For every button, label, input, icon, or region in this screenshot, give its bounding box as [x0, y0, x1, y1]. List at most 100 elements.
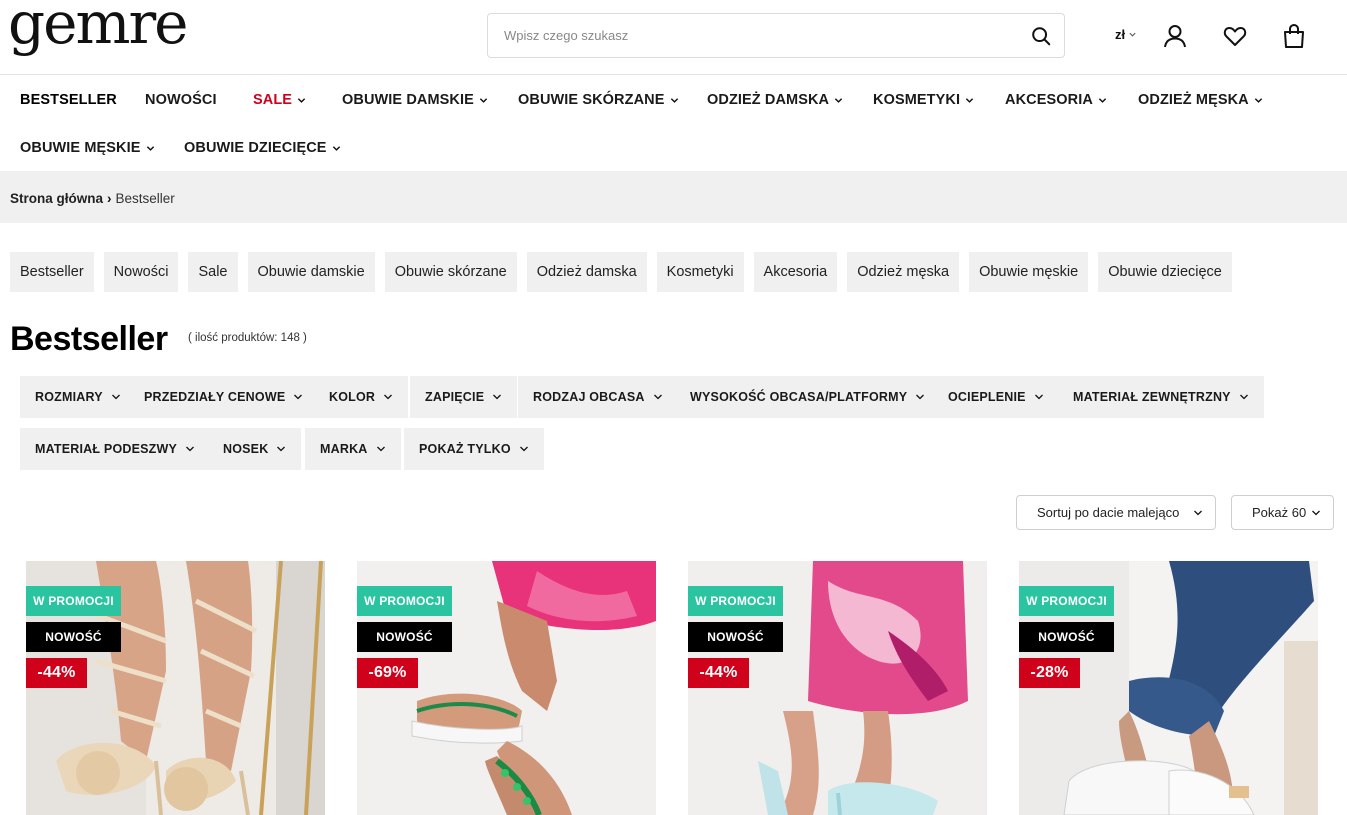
new-badge: NOWOŚĆ — [688, 622, 783, 652]
breadcrumb-current: Bestseller — [115, 191, 175, 206]
nav-item-odziez-meska[interactable]: ODZIEŻ MĘSKA — [1138, 92, 1263, 108]
currency-label: zł — [1115, 27, 1126, 42]
account-button[interactable] — [1161, 22, 1189, 50]
filter-ocieplenie[interactable]: OCIEPLENIE — [933, 376, 1059, 418]
chevron-down-icon — [670, 97, 678, 103]
chevron-down-icon — [294, 394, 303, 400]
chevron-down-icon — [1194, 510, 1202, 515]
filter-nosek[interactable]: NOSEK — [208, 428, 302, 470]
filter-rodzaj-obcasa[interactable]: RODZAJ OBCASA — [518, 376, 678, 418]
wishlist-button[interactable] — [1221, 22, 1249, 50]
category-pill-obuwie-damskie[interactable]: Obuwie damskie — [247, 252, 375, 292]
nav-item-kosmetyki[interactable]: KOSMETYKI — [873, 92, 974, 108]
search-input[interactable] — [488, 14, 1008, 57]
chevron-down-icon — [965, 97, 974, 103]
product-card[interactable]: W PROMOCJI NOWOŚĆ -28% — [1019, 561, 1318, 815]
new-badge: NOWOŚĆ — [1019, 622, 1114, 652]
category-pill-bestseller[interactable]: Bestseller — [10, 252, 94, 292]
discount-badge: -28% — [1019, 658, 1080, 688]
nav-item-obuwie-dzieciece[interactable]: OBUWIE DZIECIĘCE — [184, 140, 341, 156]
chevron-down-icon — [1239, 394, 1248, 400]
chevron-down-icon — [384, 394, 393, 400]
chevron-down-icon — [1034, 394, 1043, 400]
chevron-down-icon — [493, 394, 502, 400]
product-count: ( ilość produktów: 148 ) — [188, 332, 307, 344]
discount-badge: -69% — [357, 658, 418, 688]
category-pill-obuwie-dzieciece[interactable]: Obuwie dziecięce — [1098, 252, 1232, 292]
filter-marka[interactable]: MARKA — [305, 428, 401, 470]
chevron-down-icon — [297, 97, 306, 103]
main-navigation: BESTSELLER NOWOŚCI SALE OBUWIE DAMSKIE O… — [0, 76, 1347, 171]
breadcrumb-bar: Strona główna › Bestseller — [0, 171, 1347, 223]
filter-wysokosc-obcasa[interactable]: WYSOKOŚĆ OBCASA/PLATFORMY — [675, 376, 941, 418]
nav-item-nowosci[interactable]: NOWOŚCI — [145, 92, 217, 108]
filter-rozmiary[interactable]: ROZMIARY — [20, 376, 136, 418]
chevron-down-icon — [1254, 97, 1262, 103]
category-pill-sale[interactable]: Sale — [188, 252, 238, 292]
category-pill-kosmetyki[interactable]: Kosmetyki — [656, 252, 744, 292]
filter-zapiecie[interactable]: ZAPIĘCIE — [410, 376, 518, 418]
new-badge: NOWOŚĆ — [26, 622, 121, 652]
category-pill-obuwie-meskie[interactable]: Obuwie męskie — [969, 252, 1089, 292]
breadcrumb-separator: › — [107, 191, 112, 206]
discount-badge: -44% — [688, 658, 749, 688]
category-pill-obuwie-skorzane[interactable]: Obuwie skórzane — [384, 252, 517, 292]
sort-select-value: Sortuj po dacie malejąco — [1037, 505, 1180, 520]
site-logo[interactable]: gemre — [8, 0, 188, 52]
product-card[interactable]: W PROMOCJI NOWOŚĆ -44% — [688, 561, 987, 815]
shopping-bag-icon — [1284, 24, 1304, 48]
chevron-down-icon — [277, 446, 286, 452]
breadcrumb-home-link[interactable]: Strona główna — [10, 191, 103, 206]
nav-item-obuwie-skorzane[interactable]: OBUWIE SKÓRZANE — [518, 92, 679, 108]
chevron-down-icon — [111, 394, 120, 400]
nav-item-odziez-damska[interactable]: ODZIEŻ DAMSKA — [707, 92, 843, 108]
chevron-down-icon — [186, 446, 195, 452]
chevron-down-icon — [1098, 97, 1107, 103]
filter-material-zewnetrzny[interactable]: MATERIAŁ ZEWNĘTRZNY — [1058, 376, 1264, 418]
nav-item-sale[interactable]: SALE — [253, 92, 306, 108]
per-page-select-value: Pokaż 60 — [1252, 505, 1307, 520]
user-icon — [1164, 25, 1186, 48]
promo-badge: W PROMOCJI — [688, 586, 783, 616]
filter-material-podeszwy[interactable]: MATERIAŁ PODESZWY — [20, 428, 211, 470]
category-pills: Bestseller Nowości Sale Obuwie damskie O… — [10, 252, 1232, 292]
chevron-down-icon — [916, 394, 925, 400]
category-pill-nowosci[interactable]: Nowości — [103, 252, 179, 292]
nav-item-bestseller[interactable]: BESTSELLER — [20, 92, 117, 108]
chevron-down-icon — [1312, 510, 1320, 515]
nav-item-obuwie-damskie[interactable]: OBUWIE DAMSKIE — [342, 92, 488, 108]
promo-badge: W PROMOCJI — [357, 586, 452, 616]
breadcrumb: Strona główna › Bestseller — [10, 191, 175, 206]
promo-badge: W PROMOCJI — [26, 586, 121, 616]
currency-selector[interactable]: zł — [1115, 27, 1137, 42]
nav-item-obuwie-meskie[interactable]: OBUWIE MĘSKIE — [20, 140, 155, 156]
cart-button[interactable] — [1280, 22, 1308, 50]
search-button[interactable] — [1028, 23, 1054, 49]
filter-kolor[interactable]: KOLOR — [314, 376, 409, 418]
filter-pokaz-tylko[interactable]: POKAŻ TYLKO — [404, 428, 544, 470]
search-icon — [1032, 27, 1051, 46]
chevron-down-icon — [332, 145, 340, 151]
chevron-down-icon — [653, 394, 662, 400]
category-pill-odziez-meska[interactable]: Odzież męska — [847, 252, 960, 292]
new-badge: NOWOŚĆ — [357, 622, 452, 652]
filter-przedzialy-cenowe[interactable]: PRZEDZIAŁY CENOWE — [129, 376, 319, 418]
sort-select[interactable]: Sortuj po dacie malejąco — [1016, 495, 1216, 530]
product-card[interactable]: W PROMOCJI NOWOŚĆ -69% — [357, 561, 656, 815]
chevron-down-icon — [834, 97, 843, 103]
category-pill-odziez-damska[interactable]: Odzież damska — [526, 252, 647, 292]
search-box — [487, 13, 1065, 58]
heart-icon — [1223, 27, 1247, 46]
per-page-select[interactable]: Pokaż 60 — [1231, 495, 1334, 530]
chevron-down-icon — [519, 446, 528, 452]
chevron-down-icon — [376, 446, 385, 452]
chevron-down-icon — [146, 145, 154, 151]
product-card[interactable]: W PROMOCJI NOWOŚĆ -44% — [26, 561, 325, 815]
discount-badge: -44% — [26, 658, 87, 688]
page-title: Bestseller — [10, 320, 168, 358]
site-header: gemre zł — [0, 0, 1347, 75]
nav-item-akcesoria[interactable]: AKCESORIA — [1005, 92, 1107, 108]
chevron-down-icon — [1129, 32, 1136, 37]
category-pill-akcesoria[interactable]: Akcesoria — [753, 252, 838, 292]
promo-badge: W PROMOCJI — [1019, 586, 1114, 616]
